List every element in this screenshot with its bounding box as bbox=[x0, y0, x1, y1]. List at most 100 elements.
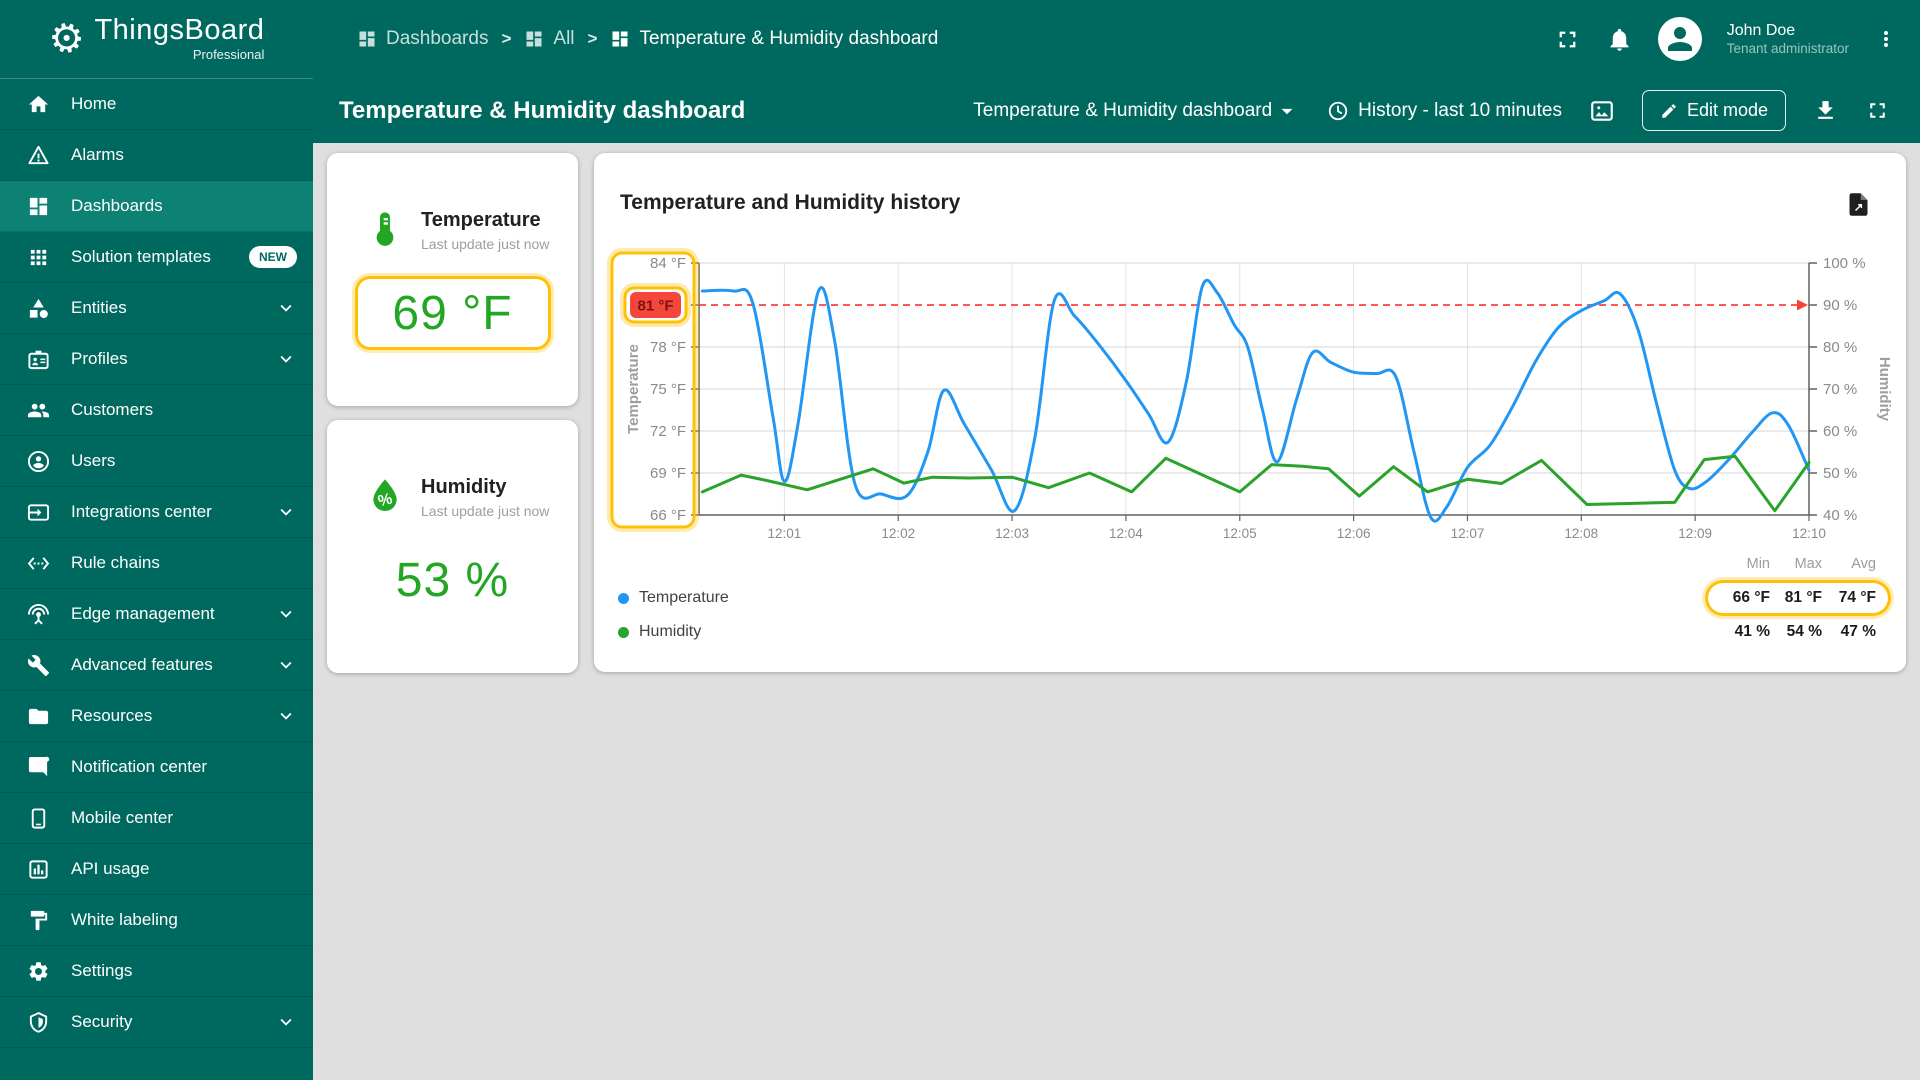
app-logo[interactable]: ⚙ ThingsBoard Professional bbox=[0, 13, 313, 65]
widget-title: Humidity bbox=[421, 476, 507, 498]
svg-text:75 °F: 75 °F bbox=[650, 381, 686, 398]
svg-text:66 °F: 66 °F bbox=[650, 507, 686, 524]
sidebar-item-customers[interactable]: Customers bbox=[0, 385, 313, 436]
legend-dot bbox=[618, 626, 629, 638]
sidebar-item-rule-chains[interactable]: Rule chains bbox=[0, 538, 313, 589]
toolbar-fullscreen-icon[interactable] bbox=[1865, 98, 1890, 123]
clock-icon bbox=[1327, 100, 1349, 122]
svg-text:12:03: 12:03 bbox=[995, 526, 1029, 541]
sidebar-item-solution-templates[interactable]: Solution templates NEW bbox=[0, 232, 313, 283]
toolbar-actions: Temperature & Humidity dashboard History… bbox=[973, 90, 1890, 131]
breadcrumb-label: Dashboards bbox=[386, 28, 489, 49]
legend-item-temperature[interactable]: Temperature bbox=[618, 581, 729, 615]
chevron-down-icon bbox=[275, 297, 297, 319]
download-icon[interactable] bbox=[1813, 98, 1838, 123]
sidebar-item-security[interactable]: Security bbox=[0, 997, 313, 1048]
sidebar-item-label: Edge management bbox=[71, 604, 215, 623]
temperature-series-line bbox=[700, 278, 1811, 523]
threshold-arrow bbox=[1797, 299, 1808, 311]
person-icon bbox=[1662, 21, 1698, 57]
integrations-icon bbox=[27, 501, 50, 524]
new-badge: NEW bbox=[249, 246, 297, 268]
svg-text:72 °F: 72 °F bbox=[650, 423, 686, 440]
brand-name: ThingsBoard bbox=[94, 14, 265, 46]
export-data-icon[interactable]: ↗ bbox=[1845, 191, 1872, 218]
thingsboard-logo-icon: ⚙ bbox=[43, 13, 90, 65]
home-icon bbox=[27, 93, 50, 116]
pencil-icon bbox=[1660, 102, 1678, 120]
dashboards-icon bbox=[524, 29, 544, 49]
edge-management-icon bbox=[27, 603, 50, 626]
sidebar-item-label: Rule chains bbox=[71, 553, 160, 572]
humidity-value: 53 % bbox=[395, 553, 510, 607]
settings-icon bbox=[27, 960, 50, 983]
temperature-widget-header: Temperature Last update just now bbox=[327, 153, 578, 252]
sidebar-item-advanced-features[interactable]: Advanced features bbox=[0, 640, 313, 691]
temperature-widget: Temperature Last update just now 69 °F bbox=[327, 153, 578, 406]
sidebar-item-resources[interactable]: Resources bbox=[0, 691, 313, 742]
sidebar-item-edge-management[interactable]: Edge management bbox=[0, 589, 313, 640]
notifications-bell-icon[interactable] bbox=[1606, 26, 1633, 53]
sidebar-item-white-labeling[interactable]: White labeling bbox=[0, 895, 313, 946]
sidebar-item-label: Notification center bbox=[71, 757, 208, 776]
sidebar-item-mobile-center[interactable]: Mobile center bbox=[0, 793, 313, 844]
state-selector-label: Temperature & Humidity dashboard bbox=[973, 99, 1273, 121]
arrow-drop-down-icon bbox=[1274, 98, 1300, 124]
sidebar-item-label: Resources bbox=[71, 706, 153, 725]
screenshot-icon[interactable] bbox=[1589, 98, 1615, 124]
sidebar-item-users[interactable]: Users bbox=[0, 436, 313, 487]
stats-header: Avg bbox=[1851, 556, 1876, 572]
stats-value: 54 % bbox=[1786, 623, 1822, 640]
sidebar-item-label: Alarms bbox=[71, 145, 124, 164]
sidebar-item-integrations-center[interactable]: Integrations center bbox=[0, 487, 313, 538]
edit-mode-button[interactable]: Edit mode bbox=[1641, 90, 1786, 131]
sidebar-item-alarms[interactable]: Alarms bbox=[0, 130, 313, 181]
kebab-menu-icon[interactable] bbox=[1874, 27, 1898, 51]
widget-subtitle: Last update just now bbox=[421, 236, 550, 252]
left-axis-label: Temperature bbox=[625, 344, 642, 434]
temperature-value-box: 69 °F bbox=[358, 279, 548, 347]
chevron-down-icon bbox=[275, 1011, 297, 1033]
stats-header-row: Min Max Avg bbox=[1708, 549, 1888, 579]
sidebar-item-profiles[interactable]: Profiles bbox=[0, 334, 313, 385]
sidebar-item-entities[interactable]: Entities bbox=[0, 283, 313, 334]
svg-text:80 %: 80 % bbox=[1823, 339, 1857, 356]
stats-value: 81 °F bbox=[1784, 589, 1822, 606]
svg-text:12:04: 12:04 bbox=[1109, 526, 1143, 541]
svg-text:12:01: 12:01 bbox=[767, 526, 801, 541]
sidebar-item-label: Home bbox=[71, 94, 117, 113]
dashboard-content: Temperature Last update just now 69 °F %… bbox=[313, 143, 1920, 1080]
dashboards-icon bbox=[357, 29, 377, 49]
sidebar-item-label: API usage bbox=[71, 859, 150, 878]
api-usage-icon bbox=[27, 858, 50, 881]
chevron-down-icon bbox=[275, 348, 297, 370]
sidebar-item-home[interactable]: Home bbox=[0, 79, 313, 130]
svg-text:50 %: 50 % bbox=[1823, 465, 1857, 482]
breadcrumb-item-dashboards[interactable]: Dashboards bbox=[357, 28, 488, 50]
dashboard-state-selector[interactable]: Temperature & Humidity dashboard bbox=[973, 98, 1300, 124]
sidebar-item-dashboards[interactable]: Dashboards bbox=[0, 181, 313, 232]
brand-text: ThingsBoard Professional bbox=[94, 14, 265, 63]
breadcrumb-item-all[interactable]: All bbox=[524, 28, 575, 50]
entities-icon bbox=[27, 297, 50, 320]
svg-text:90 %: 90 % bbox=[1823, 297, 1857, 314]
svg-text:84 °F: 84 °F bbox=[650, 255, 686, 272]
time-window-button[interactable]: History - last 10 minutes bbox=[1327, 100, 1562, 122]
user-info[interactable]: John Doe Tenant administrator bbox=[1727, 21, 1849, 58]
humidity-widget-header: % Humidity Last update just now bbox=[327, 420, 578, 519]
chart-legend: Temperature Humidity bbox=[618, 581, 729, 649]
fullscreen-icon[interactable] bbox=[1554, 26, 1581, 53]
sidebar-item-api-usage[interactable]: API usage bbox=[0, 844, 313, 895]
customers-icon bbox=[27, 399, 50, 422]
breadcrumb-label: Temperature & Humidity dashboard bbox=[639, 28, 939, 49]
breadcrumb-item-temperature-humidity-dashboard[interactable]: Temperature & Humidity dashboard bbox=[610, 28, 938, 50]
legend-item-humidity[interactable]: Humidity bbox=[618, 615, 729, 649]
svg-text:12:07: 12:07 bbox=[1451, 526, 1485, 541]
avatar[interactable] bbox=[1657, 17, 1702, 61]
sidebar-item-label: Security bbox=[71, 1012, 133, 1031]
sidebar-item-settings[interactable]: Settings bbox=[0, 946, 313, 997]
notification-center-icon bbox=[27, 756, 50, 779]
solution-templates-icon bbox=[27, 246, 50, 269]
advanced-features-icon bbox=[27, 654, 50, 677]
sidebar-item-notification-center[interactable]: Notification center bbox=[0, 742, 313, 793]
